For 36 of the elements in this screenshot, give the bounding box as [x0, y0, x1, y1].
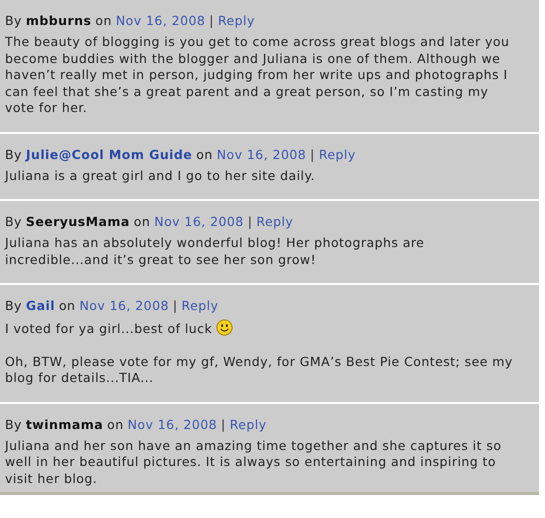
comment-text: Juliana and her son have an amazing time together and she captures it so well in her beautiful pictures. It is always so entertaining and inspiring to visit her blog. — [5, 438, 502, 486]
by-label: By — [5, 416, 22, 432]
on-label: on — [107, 416, 124, 432]
separator: | — [310, 146, 315, 162]
author-link[interactable]: Julie@Cool Mom Guide — [26, 146, 192, 162]
separator: | — [221, 416, 226, 432]
comment-text: Juliana has an absolutely wonderful blog! Her photographs are incredible...and it’s great to see her son grow! — [5, 235, 424, 266]
author-name: SeeryusMama — [26, 214, 130, 230]
comment-text: I voted for ya girl...best of luck — [5, 321, 212, 336]
reply-link[interactable]: Reply — [182, 298, 218, 314]
on-label: on — [134, 214, 150, 230]
on-label: on — [58, 298, 76, 314]
date-link[interactable]: Nov 16, 2008 — [216, 146, 306, 162]
on-label: on — [95, 13, 112, 29]
by-label: By — [5, 214, 22, 230]
date-link[interactable]: Nov 16, 2008 — [154, 214, 244, 230]
by-label: By — [5, 298, 22, 314]
by-label: By — [5, 13, 22, 29]
reply-link[interactable]: Reply — [230, 416, 267, 432]
by-label: By — [5, 146, 22, 162]
reply-link[interactable]: Reply — [218, 13, 255, 29]
author-name: twinmama — [26, 416, 104, 432]
comment-text: Oh, BTW, please vote for my gf, Wendy, for GMA’s Best Pie Contest; see my blog for details...TIA... — [5, 354, 513, 385]
date-link[interactable]: Nov 16, 2008 — [116, 13, 206, 29]
separator: | — [172, 298, 178, 314]
date-link[interactable]: Nov 16, 2008 — [79, 298, 169, 314]
on-label: on — [196, 146, 213, 162]
author-link[interactable]: Gail — [26, 298, 55, 314]
comment-text: Juliana is a great girl and I go to her site daily. — [5, 168, 315, 182]
comment-text: The beauty of blogging is you get to come across great blogs and later you become buddies with the blogger and Juliana is one of them. Although we haven’t really met in person, judging from her write ups and photographs I can feel that she’s a great parent and a great person, so I’m casting my vote for her. — [5, 34, 510, 115]
reply-link[interactable]: Reply — [256, 214, 294, 230]
reply-link[interactable]: Reply — [318, 146, 356, 162]
separator: | — [209, 13, 214, 29]
date-link[interactable]: Nov 16, 2008 — [128, 416, 218, 432]
separator: | — [248, 214, 252, 230]
author-name: mbburns — [26, 13, 92, 29]
